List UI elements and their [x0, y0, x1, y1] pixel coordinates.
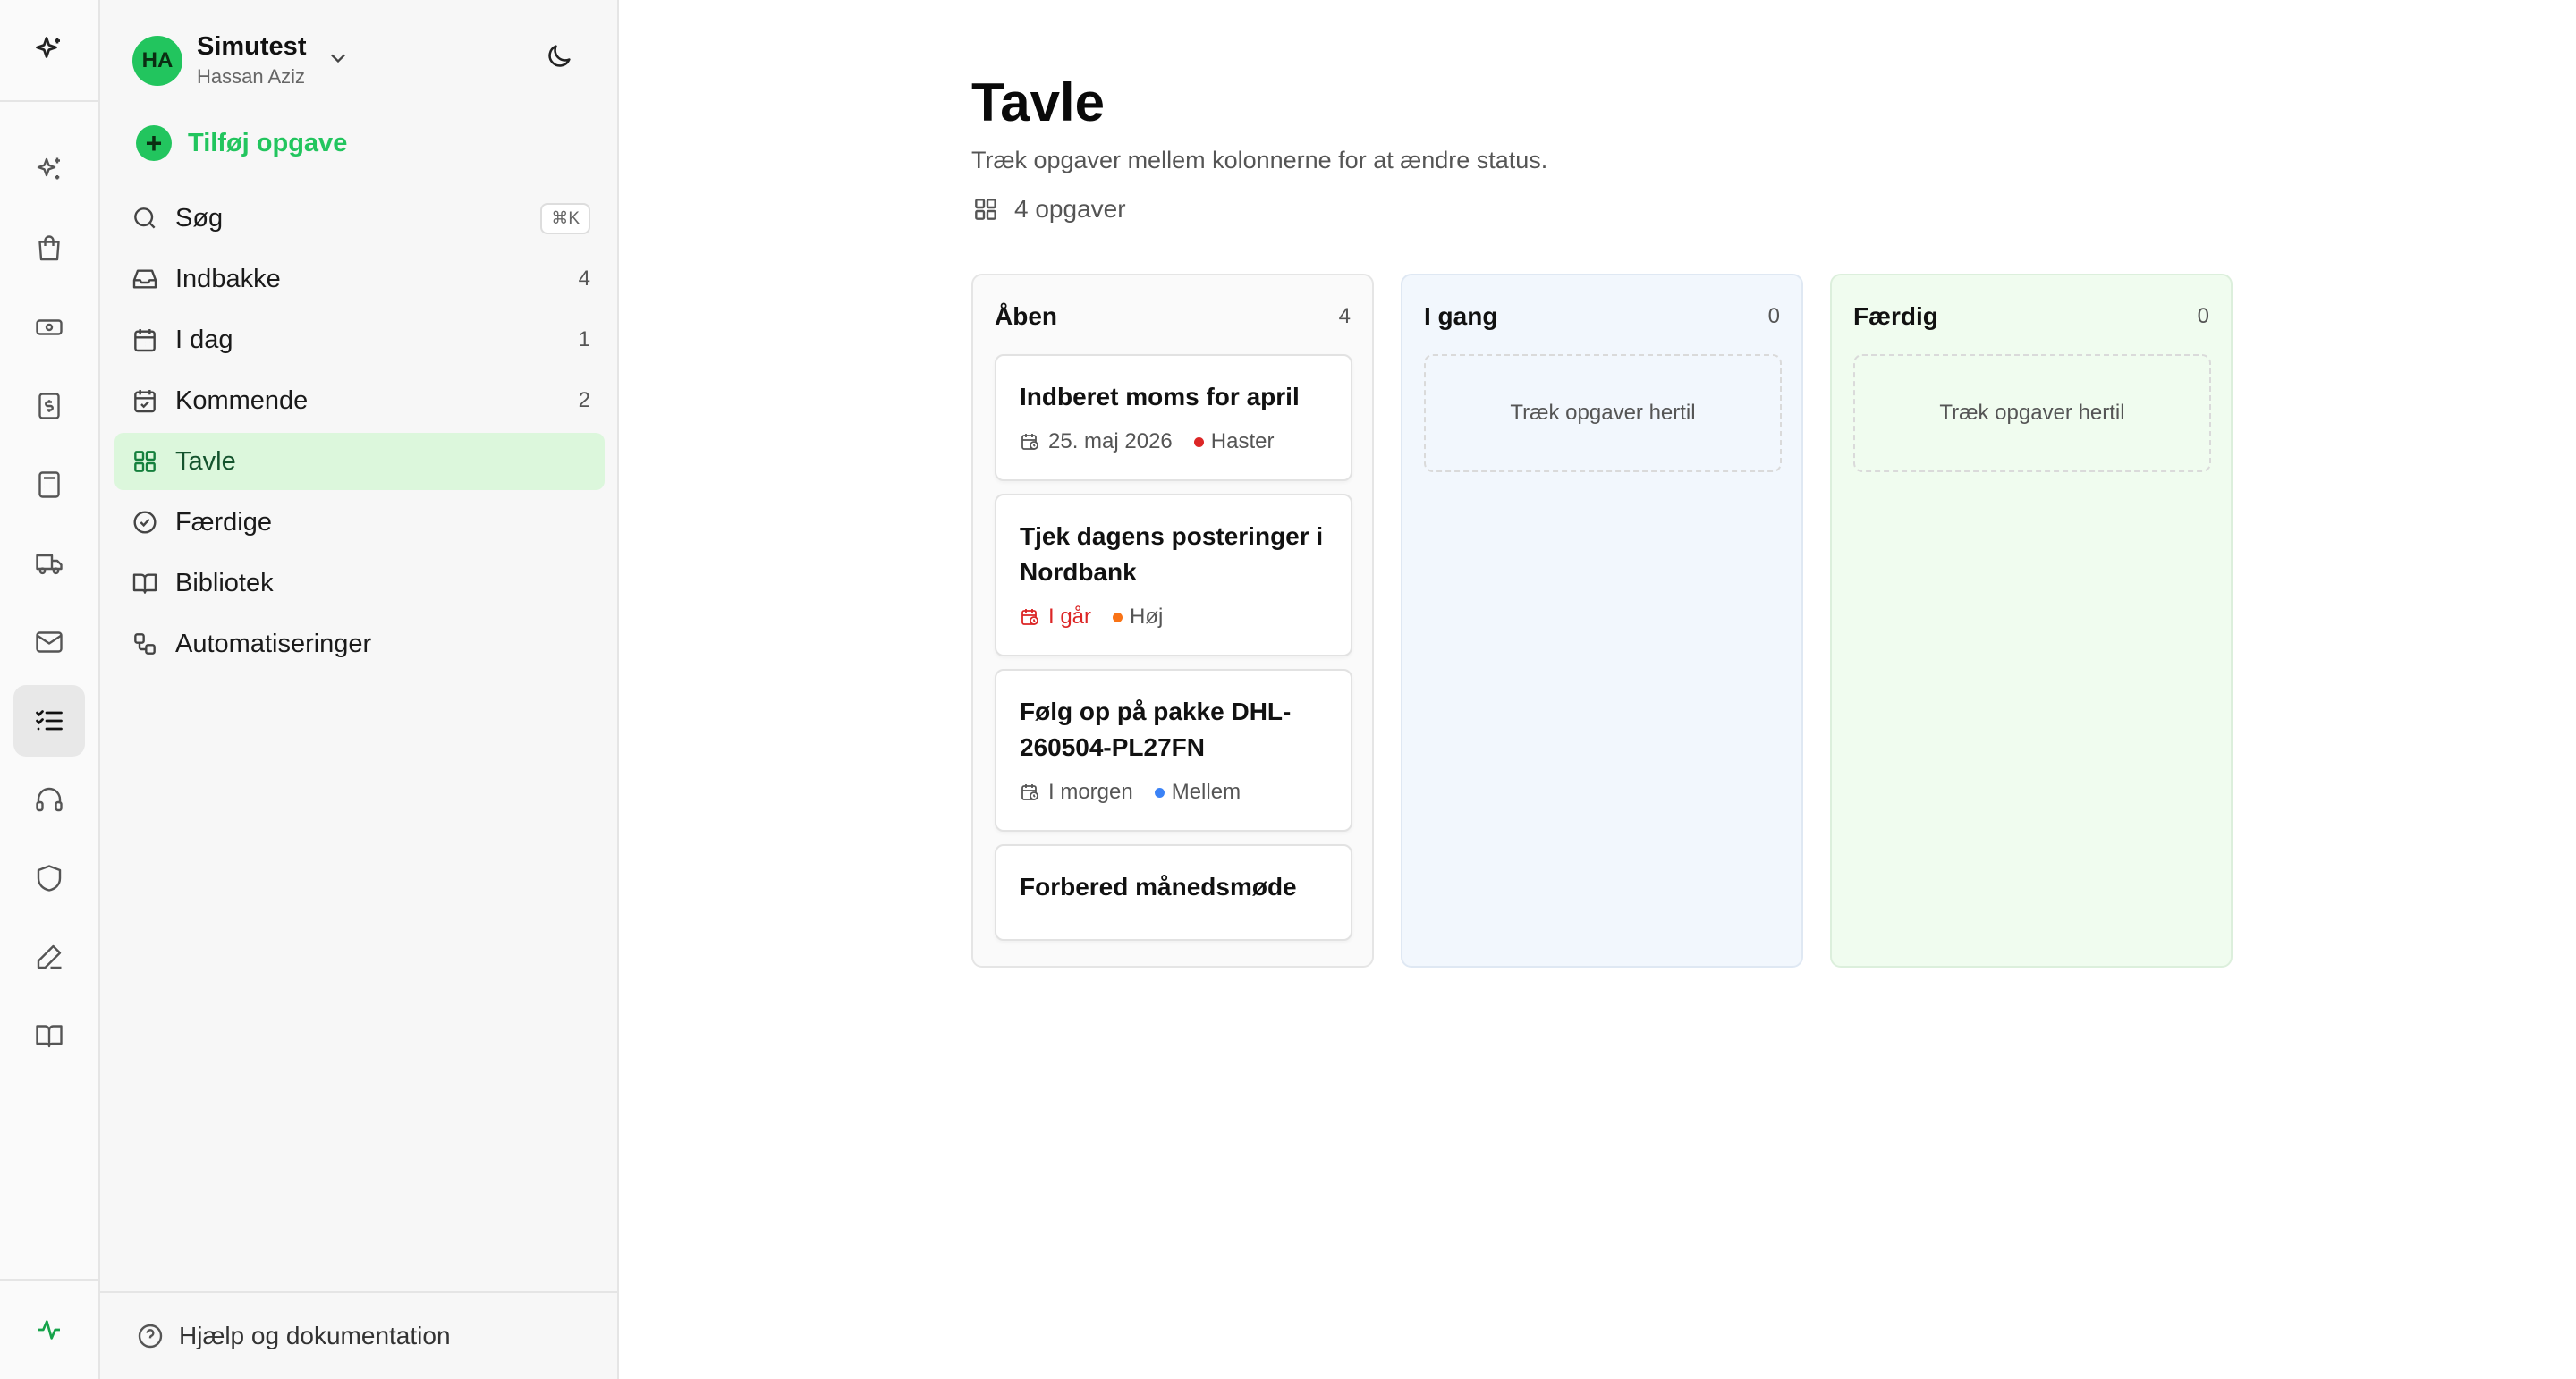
- inbox-icon: [131, 265, 159, 293]
- search-icon: [131, 204, 159, 233]
- sidebar-item-label: I dag: [175, 325, 233, 354]
- sidebar-item-label: Indbakke: [175, 264, 281, 293]
- page-title: Tavle: [971, 72, 1105, 132]
- app-window: HA Simutest Hassan Aziz + Tilføj opgave …: [0, 0, 2576, 1379]
- drop-zone[interactable]: Træk opgaver hertil: [1424, 354, 1782, 472]
- sidebar-item-done[interactable]: Færdige: [114, 494, 605, 551]
- task-card[interactable]: Forbered månedsmøde: [995, 844, 1352, 941]
- sidebar-item-label: Tavle: [175, 446, 236, 476]
- rail-shield-icon[interactable]: [13, 842, 85, 914]
- task-meta: I morgen Mellem: [1020, 780, 1329, 805]
- rail-truck-icon[interactable]: [13, 528, 85, 599]
- sidebar-item-count: 4: [578, 266, 590, 291]
- rail-dollar-icon[interactable]: [13, 370, 85, 442]
- task-priority: Mellem: [1171, 780, 1241, 804]
- sidebar-item-label: Bibliotek: [175, 568, 274, 597]
- help-circle-icon: [138, 1324, 163, 1349]
- grid-icon: [975, 199, 996, 220]
- task-card[interactable]: Indberet moms for april 25. maj 2026 Has…: [995, 354, 1352, 481]
- column-title: I gang: [1424, 302, 1498, 330]
- column-title: Færdig: [1853, 302, 1938, 330]
- sidebar: HA Simutest Hassan Aziz + Tilføj opgave …: [100, 0, 619, 1379]
- task-date: I går: [1048, 605, 1092, 629]
- task-date: I morgen: [1048, 780, 1133, 804]
- sidebar-item-label: Automatiseringer: [175, 629, 372, 658]
- sidebar-item-count: 1: [578, 327, 590, 351]
- rail-headphones-icon[interactable]: [13, 764, 85, 835]
- priority-dot: [1154, 787, 1165, 798]
- activity-status-icon[interactable]: [0, 1279, 98, 1379]
- drop-zone[interactable]: Træk opgaver hertil: [1853, 354, 2211, 472]
- add-task-label: Tilføj opgave: [188, 128, 348, 157]
- task-meta: I går Høj: [1020, 605, 1329, 630]
- sidebar-nav: Søg ⌘K Indbakke 4 I dag 1 Kommende 2 Tav…: [114, 190, 605, 676]
- sidebar-item-count: 2: [578, 388, 590, 412]
- check-circle-icon: [131, 508, 159, 537]
- sidebar-item-label: Søg: [175, 203, 224, 233]
- task-title: Følg op på pakke DHL-260504-PL27FN: [1020, 698, 1292, 761]
- rail-sparkles-icon[interactable]: [13, 134, 85, 206]
- shortcut-badge: ⌘K: [540, 202, 590, 234]
- moon-icon[interactable]: [544, 41, 574, 76]
- sidebar-item-search[interactable]: Søg ⌘K: [114, 190, 605, 247]
- task-title: Tjek dagens posteringer i Nordbank: [1020, 522, 1324, 586]
- icon-rail: [0, 0, 100, 1379]
- task-priority: Høj: [1130, 605, 1164, 629]
- help-link[interactable]: Hjælp og dokumentation: [100, 1291, 617, 1379]
- column-count: 4: [1338, 304, 1351, 328]
- workspace-name: Simutest: [197, 32, 307, 61]
- book-icon: [131, 569, 159, 597]
- column-title: Åben: [995, 302, 1057, 330]
- task-date: 25. maj 2026: [1048, 429, 1173, 453]
- task-card[interactable]: Følg op på pakke DHL-260504-PL27FN I mor…: [995, 669, 1352, 832]
- workspace-switcher[interactable]: HA Simutest Hassan Aziz: [132, 32, 351, 89]
- calendar-check-icon: [131, 386, 159, 415]
- sidebar-item-library[interactable]: Bibliotek: [114, 554, 605, 612]
- column-open: Åben 4 Indberet moms for april 25. maj 2…: [971, 274, 1374, 968]
- calendar-clock-icon: [1021, 609, 1038, 625]
- plus-icon: +: [136, 125, 172, 161]
- workflow-icon: [131, 630, 159, 658]
- sidebar-item-today[interactable]: I dag 1: [114, 311, 605, 368]
- rail-mail-icon[interactable]: [13, 606, 85, 678]
- calendar-icon: [131, 326, 159, 354]
- task-title: Forbered månedsmøde: [1020, 873, 1297, 901]
- task-meta: 25. maj 2026 Haster: [1020, 429, 1329, 454]
- sidebar-item-label: Færdige: [175, 507, 272, 537]
- sidebar-item-automations[interactable]: Automatiseringer: [114, 615, 605, 673]
- sidebar-item-upcoming[interactable]: Kommende 2: [114, 372, 605, 429]
- calendar-clock-icon: [1021, 784, 1038, 800]
- priority-dot: [1193, 436, 1204, 447]
- rail-pen-icon[interactable]: [13, 921, 85, 993]
- sidebar-item-label: Kommende: [175, 385, 309, 415]
- sidebar-item-inbox[interactable]: Indbakke 4: [114, 250, 605, 308]
- column-done: Færdig 0 Træk opgaver hertil: [1830, 274, 2233, 968]
- calendar-clock-icon: [1021, 434, 1038, 450]
- rail-tasks-icon[interactable]: [13, 685, 85, 757]
- help-label: Hjælp og dokumentation: [179, 1322, 451, 1349]
- app-logo[interactable]: [0, 0, 98, 102]
- rail-book-icon[interactable]: [13, 1000, 85, 1071]
- page-subtitle: Træk opgaver mellem kolonnerne for at æn…: [971, 147, 1548, 173]
- column-count: 0: [1767, 304, 1780, 328]
- grid-icon: [131, 447, 159, 476]
- chevron-down-icon: [326, 46, 351, 75]
- task-priority: Haster: [1210, 429, 1275, 453]
- sparkles-logo-icon: [36, 37, 60, 58]
- task-count: 4 opgaver: [971, 195, 1126, 224]
- column-count: 0: [2197, 304, 2209, 328]
- add-task-button[interactable]: + Tilføj opgave: [136, 125, 347, 161]
- avatar: HA: [132, 35, 182, 86]
- rail-banknote-icon[interactable]: [13, 292, 85, 363]
- rail-shopping-bag-icon[interactable]: [13, 213, 85, 284]
- sidebar-item-board[interactable]: Tavle: [114, 433, 605, 490]
- task-card[interactable]: Tjek dagens posteringer i Nordbank I går…: [995, 494, 1352, 656]
- task-count-label: 4 opgaver: [1014, 195, 1126, 223]
- column-in-progress: I gang 0 Træk opgaver hertil: [1401, 274, 1803, 968]
- workspace-user: Hassan Aziz: [197, 65, 306, 88]
- priority-dot: [1113, 612, 1123, 622]
- rail-calculator-icon[interactable]: [13, 449, 85, 520]
- task-title: Indberet moms for april: [1020, 383, 1300, 410]
